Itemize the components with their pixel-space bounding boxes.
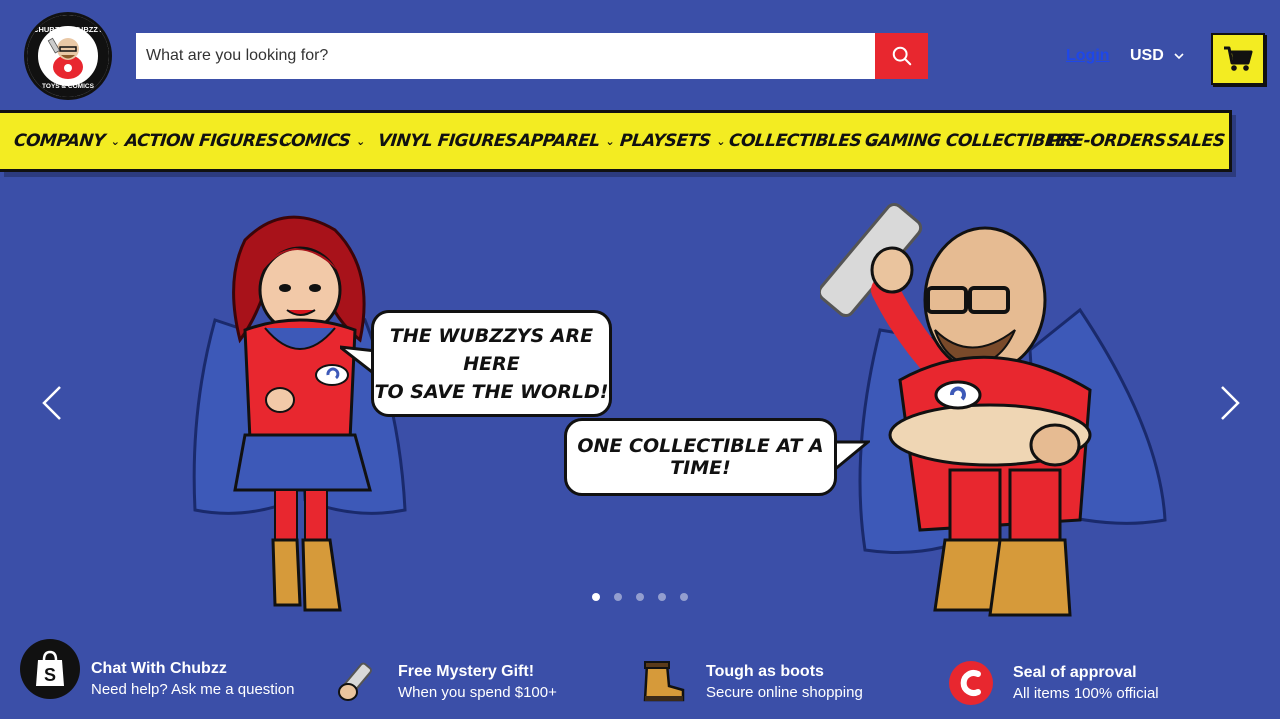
slider-dots (592, 593, 688, 601)
speech-bubble-2: ONE COLLECTIBLE AT A TIME! (564, 418, 837, 496)
chevron-down-icon: ⌄ (110, 134, 121, 148)
nav-label: PLAYSETS (618, 131, 712, 151)
seal-icon (949, 661, 993, 705)
svg-text:S: S (44, 665, 56, 685)
feature-subtitle: When you spend $100+ (398, 684, 557, 701)
bubble-1-line-2: TO SAVE THE WORLD! (374, 380, 609, 403)
feature-subtitle: All items 100% official (1013, 685, 1159, 702)
search-button[interactable] (875, 33, 928, 79)
slider-dot-5[interactable] (680, 593, 688, 601)
nav-label: COMPANY (12, 131, 107, 151)
cart-icon (1224, 46, 1253, 71)
search-input[interactable] (136, 33, 875, 79)
nav-label: APPAREL (516, 131, 601, 151)
slider-dot-4[interactable] (658, 593, 666, 601)
search-bar (136, 33, 928, 79)
feature-seal: Seal of approval All items 100% official (948, 660, 1159, 706)
nav-item-action-figures[interactable]: ACTION FIGURES ⌄ (122, 113, 296, 169)
chevron-down-icon (1174, 53, 1184, 60)
speech-bubble-1: THE WUBZZYS ARE HERE TO SAVE THE WORLD! (371, 310, 612, 417)
slider-dot-2[interactable] (614, 593, 622, 601)
boot-icon (643, 661, 685, 702)
nav-item-pre-orders[interactable]: PRE-ORDERS (1045, 113, 1169, 169)
nav-label: ACTION FIGURES (123, 131, 280, 151)
cart-button[interactable] (1211, 33, 1265, 85)
nav-label: COLLECTIBLES (727, 131, 863, 151)
nav-item-playsets[interactable]: PLAYSETS ⌄ (617, 113, 728, 169)
chevron-right-icon[interactable] (1214, 385, 1244, 421)
feature-mystery-gift: Free Mystery Gift! When you spend $100+ (334, 660, 557, 704)
nav-label: COMICS (277, 131, 352, 151)
chevron-down-icon: ⌄ (715, 134, 726, 148)
currency-value: USD (1130, 47, 1164, 64)
logo-text-bottom: TOYS & COMICS (42, 83, 95, 90)
chat-launcher-button[interactable]: S (20, 639, 80, 699)
feature-title: Free Mystery Gift! (398, 663, 535, 680)
feature-title: Tough as boots (706, 663, 824, 680)
nav-item-collectibles[interactable]: COLLECTIBLES ⌄ (726, 113, 879, 169)
chevron-down-icon: ⌄ (355, 134, 366, 148)
feature-subtitle: Need help? Ask me a question (91, 681, 295, 698)
search-icon (892, 46, 911, 66)
feature-subtitle: Secure online shopping (706, 684, 863, 701)
nav-label: SALES (1165, 131, 1226, 151)
feature-title: Chat With Chubzz (91, 660, 227, 677)
site-logo[interactable]: CHUBZZY WUBZZY TOYS & COMICS (24, 12, 112, 100)
comic-scroll-icon (338, 662, 372, 701)
currency-selector[interactable]: USD (1130, 47, 1184, 65)
nav-label: VINYL FIGURES (376, 131, 518, 151)
chevron-left-icon[interactable] (38, 385, 68, 421)
nav-item-comics[interactable]: COMICS ⌄ (276, 113, 368, 169)
chevron-down-icon: ⌄ (605, 134, 616, 148)
shopify-bag-icon: S (36, 650, 64, 686)
nav-item-apparel[interactable]: APPAREL ⌄ (515, 113, 617, 169)
slider-dot-1[interactable] (592, 593, 600, 601)
slider-dot-3[interactable] (636, 593, 644, 601)
main-nav: COMPANY ⌄ ACTION FIGURES ⌄ COMICS ⌄ VINYL F… (0, 110, 1232, 172)
nav-item-vinyl-figures[interactable]: VINYL FIGURES ⌄ (375, 113, 535, 169)
login-link[interactable]: Login (1066, 47, 1110, 65)
bubble-1-line-1: THE WUBZZYS ARE HERE (389, 324, 594, 375)
nav-item-company[interactable]: COMPANY ⌄ (11, 113, 123, 169)
logo-text-top: CHUBZZY WUBZZY (33, 25, 103, 34)
feature-tough-boots: Tough as boots Secure online shopping (641, 660, 863, 704)
hero-character-male (820, 202, 1167, 617)
nav-label: PRE-ORDERS (1046, 131, 1167, 151)
nav-item-sales[interactable]: SALES (1164, 113, 1227, 169)
feature-title: Seal of approval (1013, 664, 1137, 681)
bubble-2-text: ONE COLLECTIBLE AT A TIME! (577, 435, 824, 479)
